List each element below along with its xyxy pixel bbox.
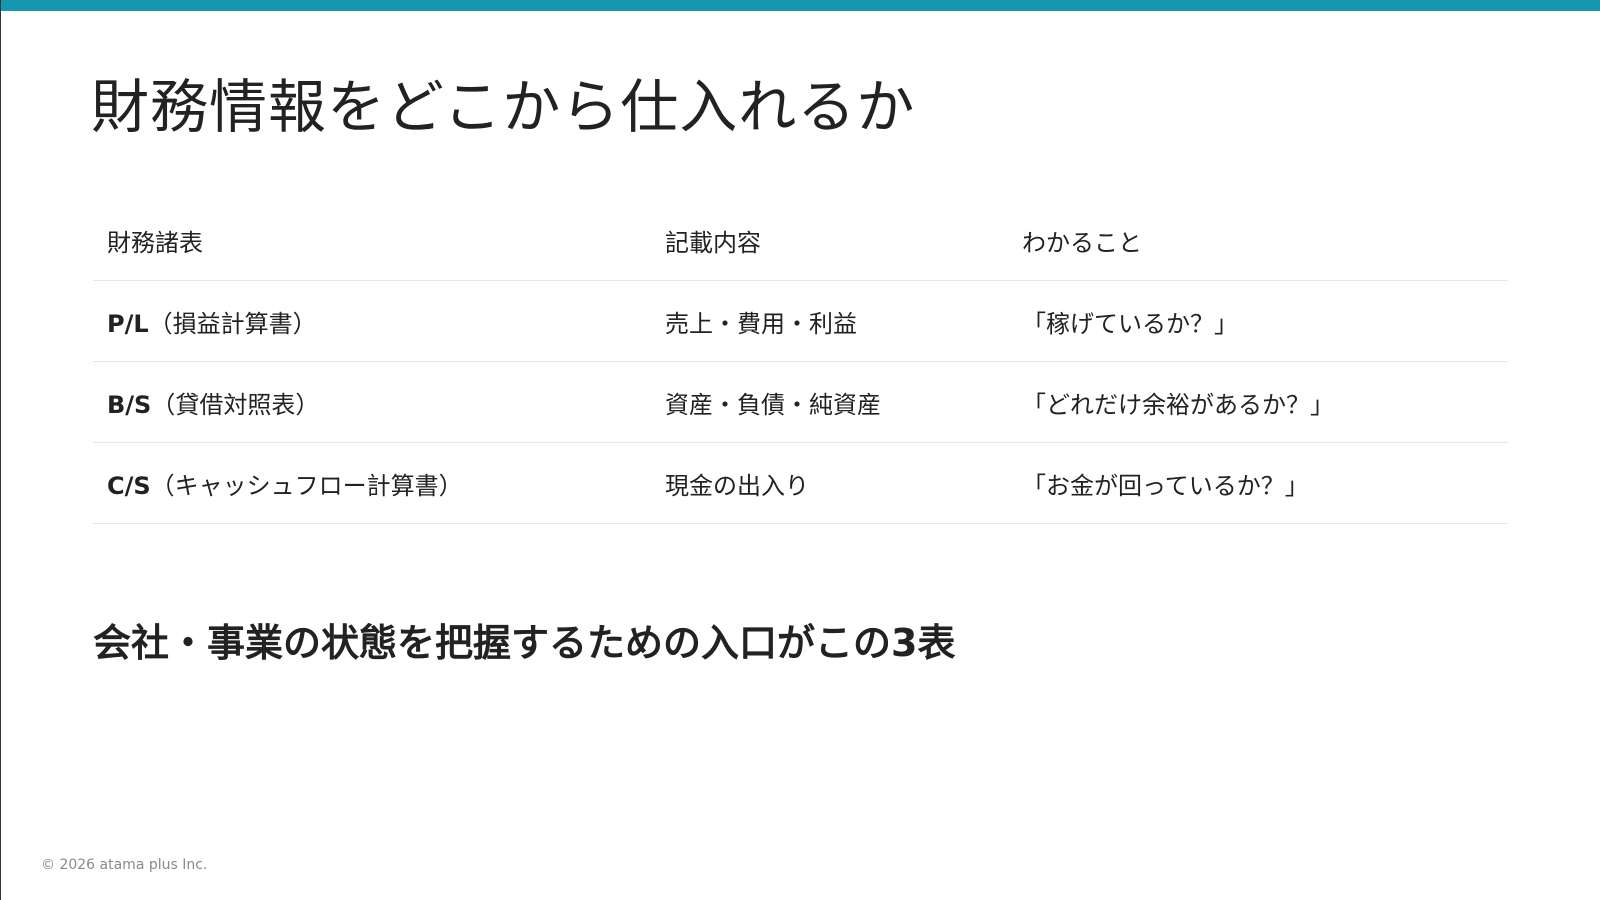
statement-cell: C/S（キャッシュフロー計算書） (93, 442, 651, 524)
insight-cell: 「どれだけ余裕があるか？」 (1008, 361, 1508, 443)
column-header-content: 記載内容 (651, 200, 1008, 281)
statement-name: （貸借対照表） (151, 390, 320, 419)
statement-name: （損益計算書） (148, 309, 317, 338)
column-header-insight: わかること (1008, 200, 1508, 281)
table-header-row: 財務諸表 記載内容 わかること (93, 200, 1508, 281)
copyright-footer: © 2026 atama plus Inc. (41, 857, 208, 873)
statement-cell: B/S（貸借対照表） (93, 361, 651, 443)
statement-code: B/S (107, 390, 152, 419)
content-cell: 資産・負債・純資産 (651, 361, 1008, 443)
statement-name: （キャッシュフロー計算書） (150, 471, 463, 500)
insight-cell: 「稼げているか？」 (1008, 280, 1508, 362)
table-row: B/S（貸借対照表） 資産・負債・純資産 「どれだけ余裕があるか？」 (93, 361, 1508, 443)
financial-statements-table: 財務諸表 記載内容 わかること P/L（損益計算書） 売上・費用・利益 「稼げて… (93, 200, 1508, 524)
statement-code: P/L (107, 309, 149, 338)
content-cell: 売上・費用・利益 (651, 280, 1008, 362)
table-row: P/L（損益計算書） 売上・費用・利益 「稼げているか？」 (93, 280, 1508, 362)
statement-cell: P/L（損益計算書） (93, 280, 651, 362)
table-row: C/S（キャッシュフロー計算書） 現金の出入り 「お金が回っているか？」 (93, 442, 1508, 524)
conclusion-text: 会社・事業の状態を把握するための入口がこの3表 (93, 621, 956, 665)
column-header-statement: 財務諸表 (93, 200, 651, 281)
slide-title: 財務情報をどこから仕入れるか (91, 73, 916, 141)
top-accent-bar (1, 0, 1600, 11)
slide: 財務情報をどこから仕入れるか 財務諸表 記載内容 わかること P/L（損益計算書… (0, 0, 1600, 900)
statement-code: C/S (107, 471, 151, 500)
content-cell: 現金の出入り (651, 442, 1008, 524)
insight-cell: 「お金が回っているか？」 (1008, 442, 1508, 524)
